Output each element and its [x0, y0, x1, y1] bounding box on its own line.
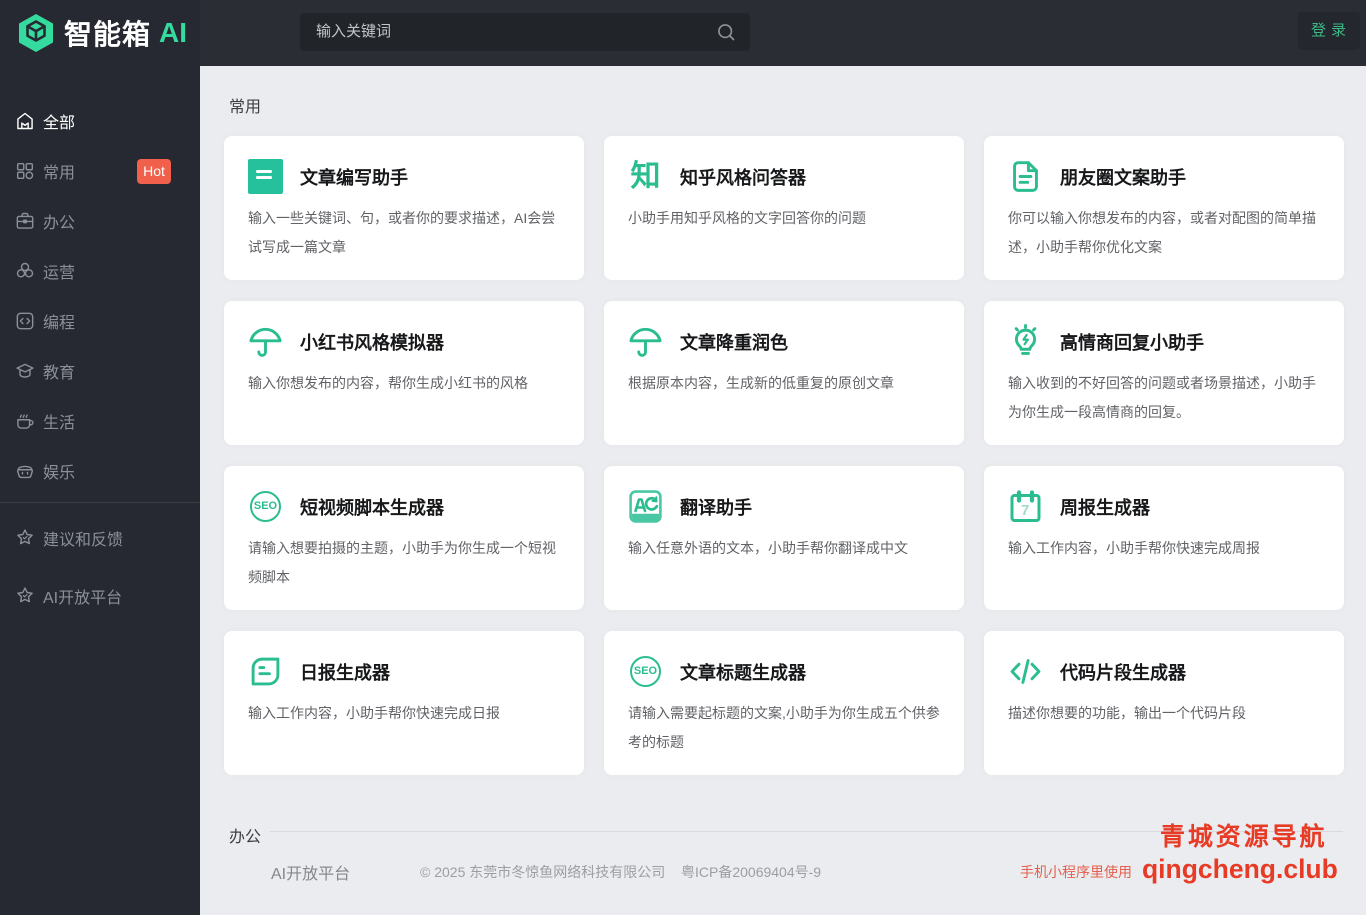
svg-text:7: 7 [1021, 502, 1029, 519]
